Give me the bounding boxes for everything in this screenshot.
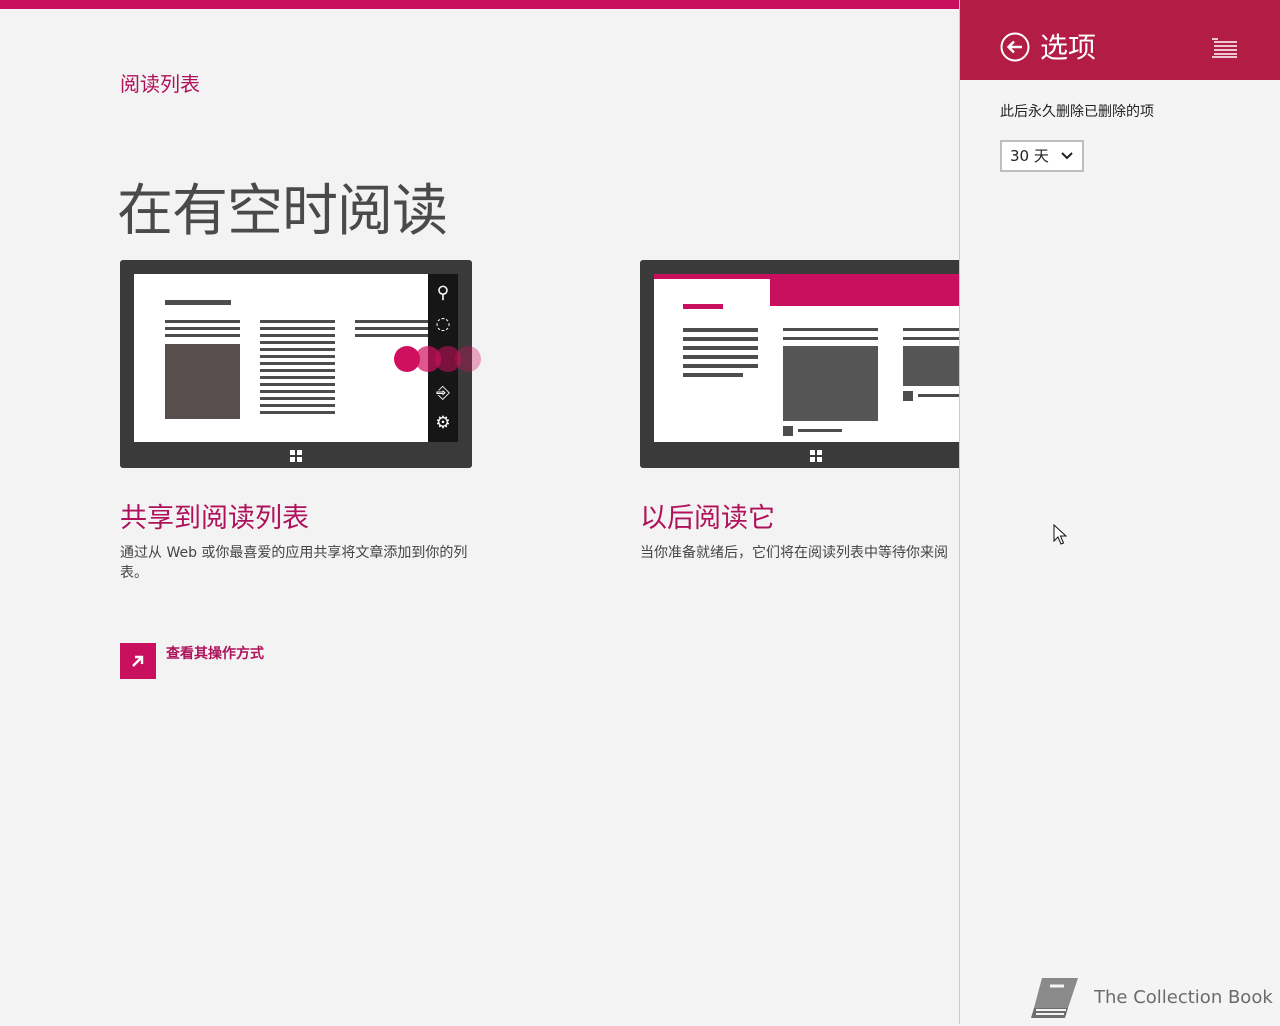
mouse-cursor-icon: [1053, 523, 1068, 550]
card-title: 以后阅读它: [640, 503, 775, 534]
illustration-screen: [654, 274, 960, 442]
share-illustration: ⚲ ◌ ⎆ ⚙: [120, 260, 481, 468]
flyout-title: 选项: [1040, 31, 1097, 64]
chevron-down-icon: [1060, 142, 1074, 179]
delete-after-label: 此后永久删除已删除的项: [1000, 104, 1154, 120]
settings-icon: ⚙: [435, 413, 451, 433]
flyout-header: 选项: [960, 0, 1280, 80]
illustration-screen: [134, 274, 428, 442]
select-value: 30 天: [1010, 147, 1049, 165]
windows-logo-icon: [290, 450, 302, 462]
tap-dot: [455, 346, 481, 372]
app-title: 阅读列表: [120, 72, 200, 96]
read-later-illustration: [640, 260, 960, 468]
options-flyout: 选项 此后永久删除已删除的项 30 天: [959, 0, 1280, 1024]
watermark-text: The Collection Book: [1094, 987, 1273, 1008]
arrow-up-right-icon[interactable]: [120, 643, 156, 679]
card-description: 当你准备就绪后，它们将在阅读列表中等待你来阅: [640, 545, 948, 561]
devices-icon: ⎆: [436, 383, 450, 403]
search-icon: ⚲: [436, 283, 450, 303]
card-title: 共享到阅读列表: [120, 503, 309, 534]
card-read-later: 以后阅读它 当你准备就绪后，它们将在阅读列表中等待你来阅: [640, 260, 960, 563]
accent-top-bar: [0, 0, 960, 9]
hero-heading: 在有空时阅读: [117, 179, 448, 244]
app-logo-icon: [1210, 38, 1238, 62]
share-icon: ◌: [435, 314, 451, 334]
card-share: ⚲ ◌ ⎆ ⚙ 共享到阅读列表 通过从 Web 或你最喜爱的应用共享将文章添加到…: [120, 260, 481, 583]
windows-logo-icon: [810, 450, 822, 462]
delete-after-select[interactable]: 30 天: [1000, 140, 1084, 172]
how-it-works-label[interactable]: 查看其操作方式: [166, 643, 264, 663]
card-description: 通过从 Web 或你最喜爱的应用共享将文章添加到你的列表。: [120, 545, 468, 581]
back-arrow-icon[interactable]: [1000, 32, 1030, 62]
book-icon: [1028, 974, 1082, 1026]
